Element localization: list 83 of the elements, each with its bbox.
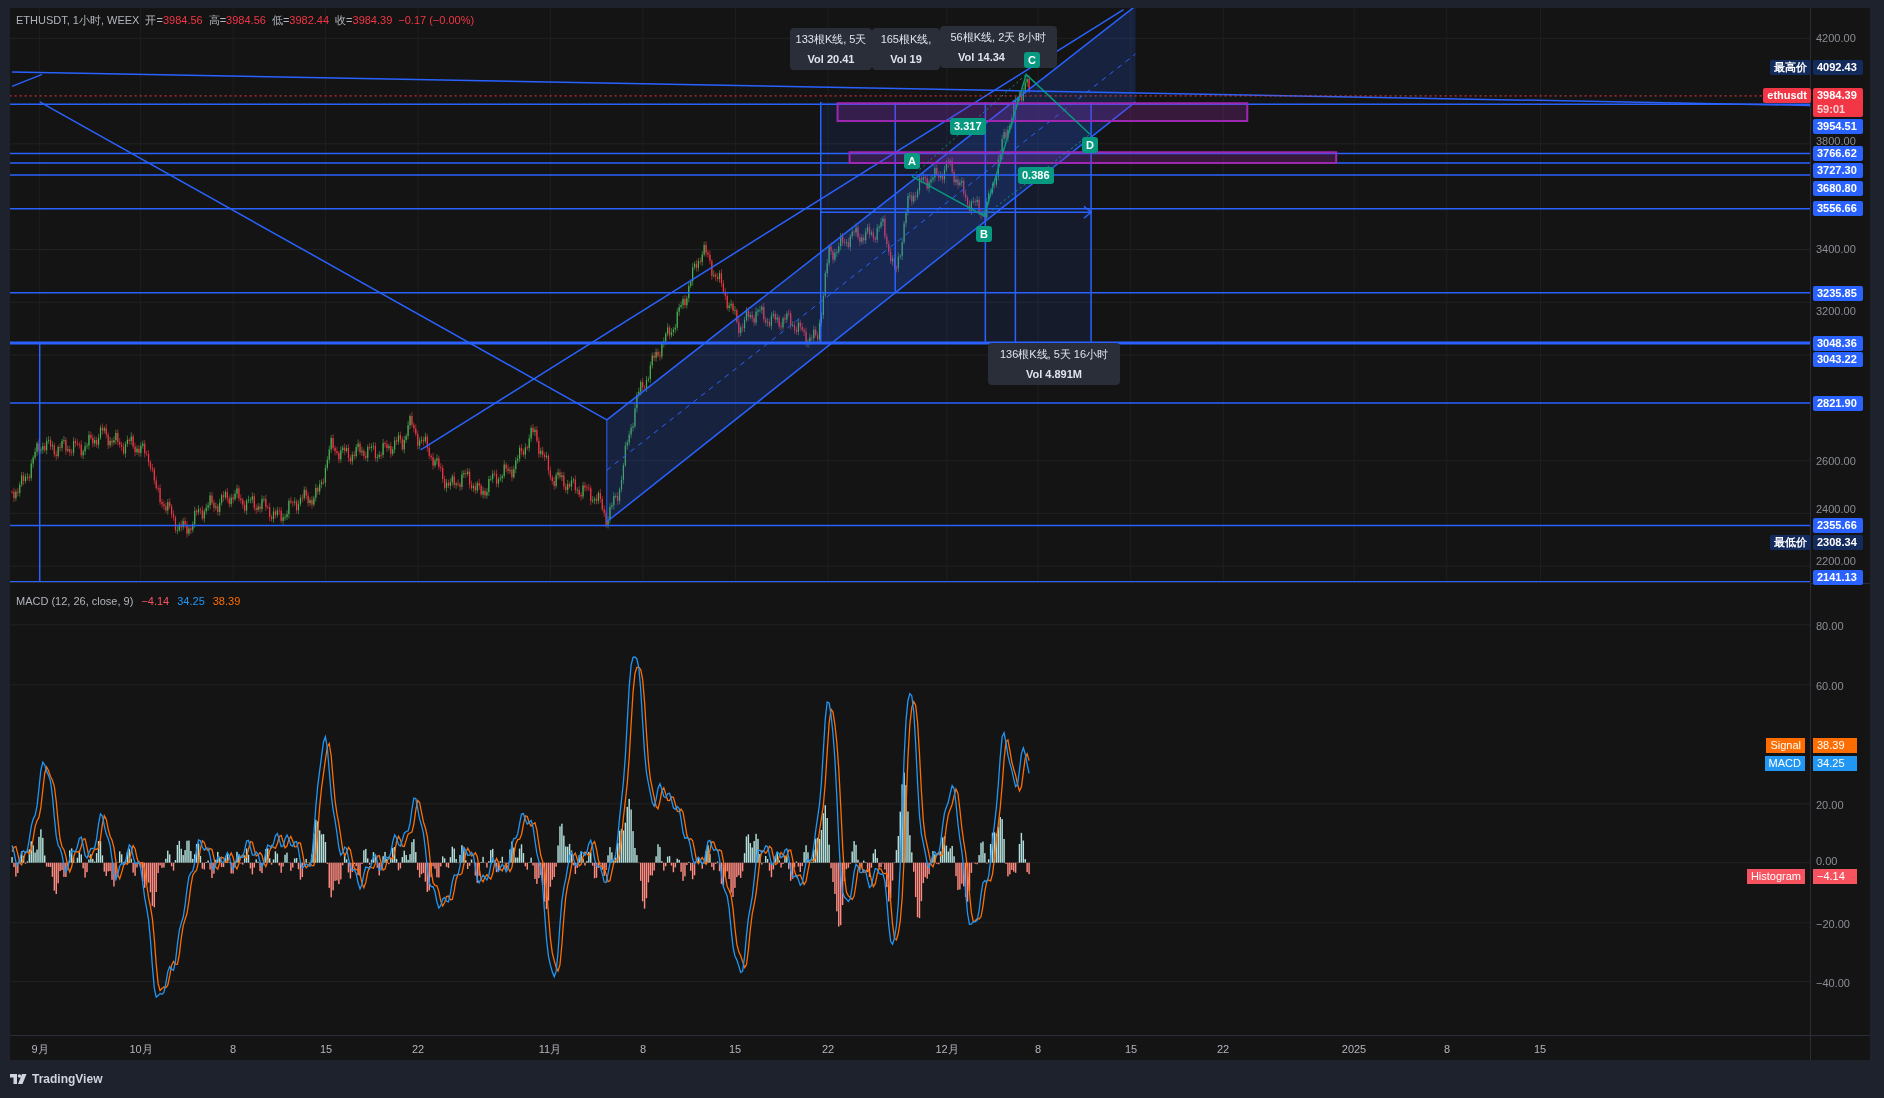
indicator-value: 34.25 [177, 594, 205, 609]
pattern-point-label: C [1024, 52, 1040, 68]
price-value: 3984.39 [1817, 88, 1858, 102]
time-tick: 8 [229, 1042, 237, 1057]
price-tick: 2400.00 [1816, 503, 1856, 515]
price-label: 3556.66 [1813, 201, 1863, 216]
ohlc-label: 收= [335, 13, 353, 28]
pattern-point-label: A [904, 153, 920, 169]
price-label: 3048.36 [1813, 336, 1863, 351]
bar-count-text: 133根K线, 5天 [795, 31, 867, 47]
ratio-label: 0.386 [1018, 167, 1054, 184]
ohlc-value: 3984.56 [226, 13, 266, 28]
logo-icon [10, 1074, 28, 1084]
ohlc-label: 开= [145, 13, 163, 28]
price-label: 4092.43 [1813, 60, 1863, 75]
volume-text: Vol 20.41 [807, 52, 855, 67]
series-value: 34.25 [1813, 756, 1857, 771]
indicator-tick: 80.00 [1816, 620, 1844, 632]
time-tick: 11月 [538, 1042, 562, 1057]
time-tick: 2025 [1341, 1042, 1367, 1057]
ohlc-label: 高= [208, 13, 227, 28]
price-tick: 2200.00 [1816, 555, 1856, 567]
volume-text: Vol 14.34 [958, 50, 1005, 65]
price-tick: 3400.00 [1816, 243, 1856, 255]
time-tick: 22 [1216, 1042, 1230, 1057]
series-tag: MACD [1764, 756, 1805, 771]
price-label: 3043.22 [1813, 352, 1863, 367]
indicator-tick: 20.00 [1816, 799, 1844, 811]
price-label: 2308.34 [1813, 535, 1863, 550]
price-tick: 3200.00 [1816, 305, 1856, 317]
price-tick: 3800.00 [1816, 135, 1856, 147]
time-tick: 15 [319, 1042, 333, 1057]
price-label: 2355.66 [1813, 518, 1863, 533]
price-label: 3727.30 [1813, 163, 1863, 178]
price-tag: 最低价 [1770, 535, 1811, 550]
time-tick: 8 [639, 1042, 647, 1057]
indicator-legend: MACD (12, 26, close, 9) [16, 593, 134, 610]
bar-count-text: 136根K线, 5天 16小时 [999, 346, 1109, 362]
price-tick: 2600.00 [1816, 455, 1856, 467]
brand-name[interactable]: TradingView [32, 1070, 103, 1088]
time-tick: 12月 [935, 1042, 959, 1057]
time-tick: 8 [1034, 1042, 1042, 1057]
bar-count-text: 165根K线, [880, 31, 932, 47]
indicator-value: 38.39 [212, 594, 241, 609]
price-tag: ethusdt [1763, 88, 1811, 103]
volume-text: Vol 4.891M [1025, 367, 1082, 382]
series-tag: Histogram [1746, 869, 1805, 884]
time-tick: 15 [1533, 1042, 1547, 1057]
ratio-label: 3.317 [950, 118, 986, 135]
volume-text: Vol 19 [890, 52, 922, 67]
price-label: 3235.85 [1813, 286, 1863, 301]
indicator-tick: 0.00 [1816, 855, 1838, 867]
price-label: 3680.80 [1813, 181, 1863, 196]
bar-count-text: 56根K线, 2天 8小时 [950, 29, 1047, 45]
time-tick: 15 [1124, 1042, 1138, 1057]
ohlc-value: 3984.39 [352, 13, 393, 28]
price-label: 2141.13 [1813, 570, 1863, 585]
pattern-point-label: B [976, 226, 992, 242]
ohlc-value: 3984.56 [162, 13, 203, 28]
indicator-tick: 60.00 [1816, 680, 1844, 692]
pattern-point-label: D [1082, 137, 1098, 153]
indicator-tick: −40.00 [1816, 977, 1850, 989]
ohlc-label: 低= [271, 13, 290, 28]
series-value: 38.39 [1813, 738, 1857, 753]
price-label: 2821.90 [1813, 396, 1863, 411]
price-tag: 最高价 [1770, 60, 1811, 75]
price-change: −0.17 (−0.00%) [398, 13, 475, 28]
price-label: 3954.51 [1813, 119, 1863, 134]
symbol-info: ETHUSDT, 1小时, WEEX [16, 13, 140, 28]
time-tick: 8 [1443, 1042, 1451, 1057]
price-label: 3766.62 [1813, 146, 1863, 161]
time-tick: 22 [411, 1042, 425, 1057]
countdown-text: 59:01 [1817, 102, 1847, 116]
ohlc-value: 3982.44 [289, 13, 330, 28]
time-tick: 10月 [129, 1042, 153, 1057]
series-tag: Signal [1766, 738, 1805, 753]
series-value: −4.14 [1813, 869, 1857, 884]
time-tick: 15 [728, 1042, 742, 1057]
indicator-value: −4.14 [141, 594, 170, 609]
time-tick: 22 [821, 1042, 835, 1057]
indicator-tick: −20.00 [1816, 918, 1850, 930]
price-tick: 4200.00 [1816, 32, 1856, 44]
time-tick: 9月 [31, 1042, 49, 1057]
